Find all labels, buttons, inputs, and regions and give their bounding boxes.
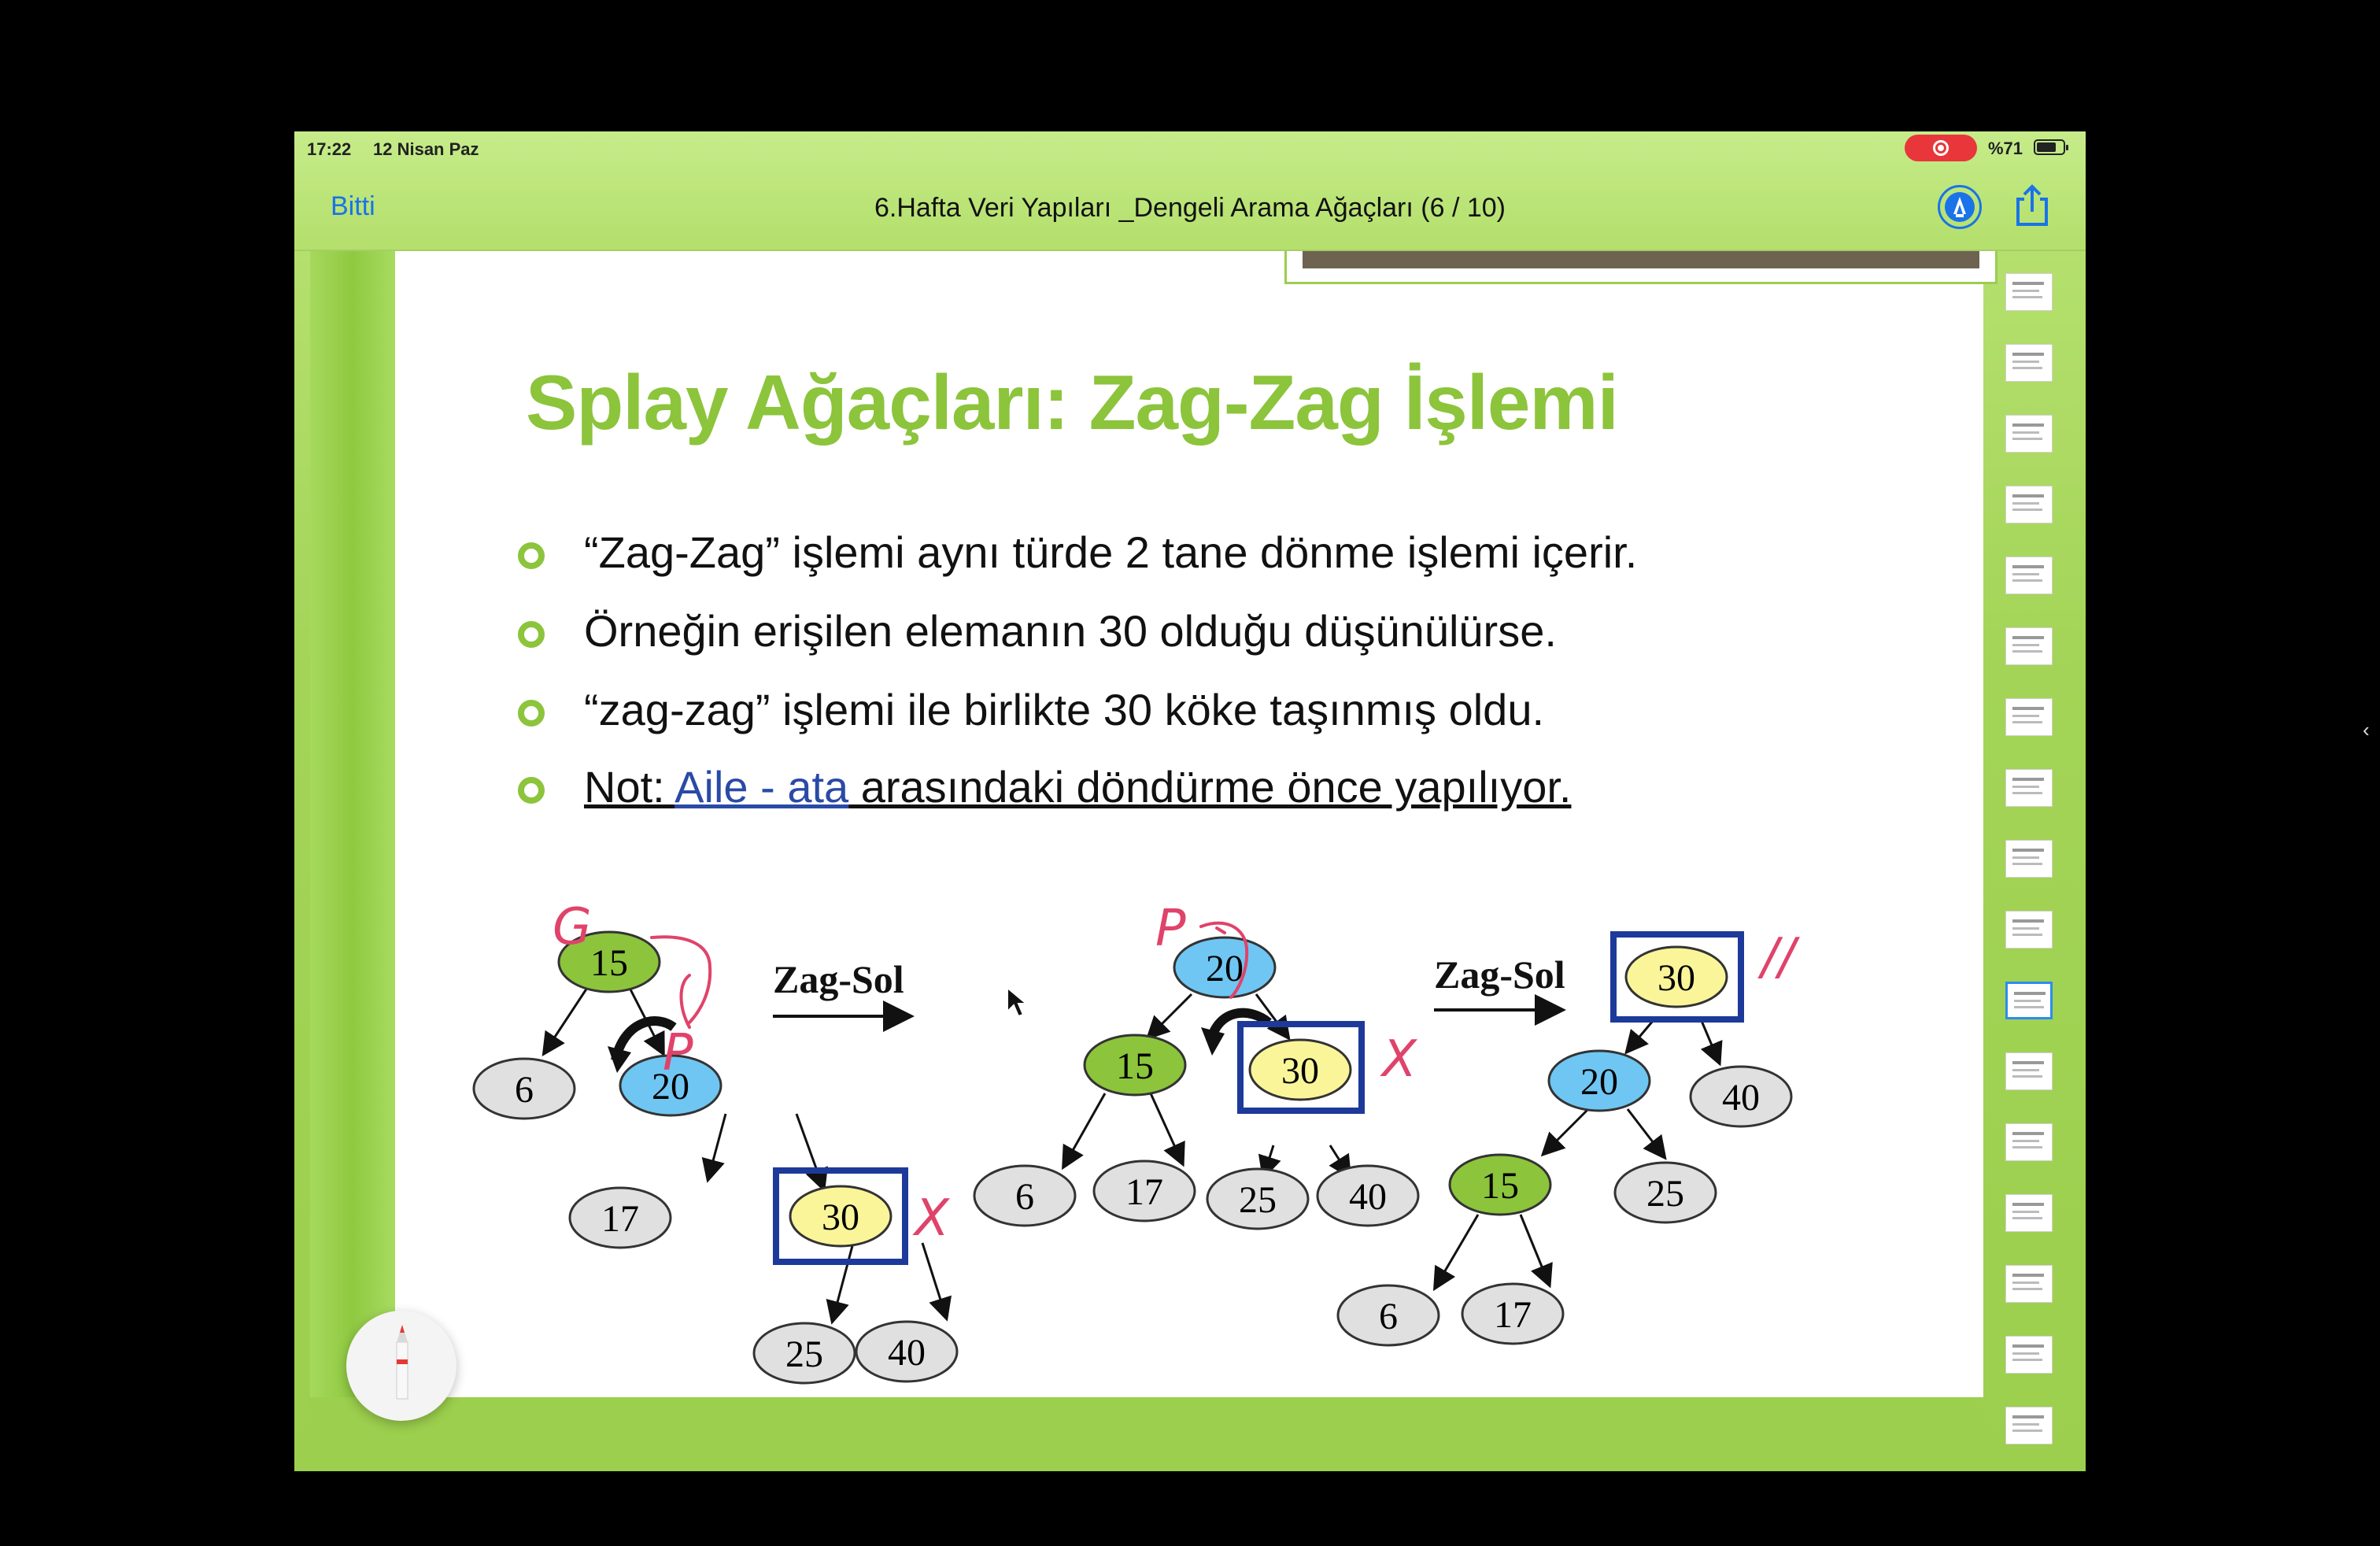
tree1-node: 30 — [789, 1185, 893, 1248]
slide-thumbnail[interactable] — [2005, 1052, 2053, 1090]
screen-recording-indicator[interactable] — [1905, 135, 1977, 161]
status-time: 17:22 — [307, 139, 352, 159]
svg-text:25: 25 — [1239, 1179, 1277, 1221]
tree1-node: 25 — [752, 1322, 856, 1385]
svg-text:17: 17 — [1494, 1294, 1532, 1336]
svg-text:40: 40 — [1722, 1077, 1760, 1119]
splay-tree-diagram: 15 6 20 17 30 25 40 Zag-Sol 20 15 30 6 1… — [472, 898, 1801, 1385]
svg-text:15: 15 — [590, 942, 628, 984]
battery-icon — [2034, 139, 2068, 155]
slide-thumbnail[interactable] — [2005, 627, 2053, 665]
slide-thumbnail[interactable] — [2005, 1265, 2053, 1303]
slide-thumbnail[interactable] — [2005, 557, 2053, 594]
svg-text:17: 17 — [601, 1198, 639, 1240]
svg-text:17: 17 — [1125, 1171, 1163, 1213]
svg-text:6: 6 — [1015, 1176, 1034, 1218]
tree1-node: 40 — [855, 1320, 959, 1383]
slide-thumbnail[interactable] — [2005, 982, 2053, 1019]
status-date: 12 Nisan Paz — [373, 139, 479, 159]
svg-text:30: 30 — [1281, 1050, 1319, 1092]
pencil-tool-button[interactable] — [346, 1311, 456, 1421]
tree2-node: 30 — [1248, 1038, 1352, 1101]
annotation-p: P — [1155, 900, 1186, 958]
tree2-node: 25 — [1206, 1167, 1310, 1230]
tree1-node: 6 — [472, 1057, 576, 1120]
document-title: 6.Hafta Veri Yapıları _Dengeli Arama Ağa… — [874, 193, 1506, 223]
tree1-node: 17 — [568, 1186, 672, 1249]
slide-thumbnail[interactable] — [2005, 415, 2053, 453]
slide-thumbnail[interactable] — [2005, 698, 2053, 736]
share-icon — [2016, 184, 2048, 226]
annotation-x: X — [912, 1189, 950, 1248]
ipad-screen: Splay Ağaçları: Zag-Zag İşlemi “Zag-Zag”… — [294, 131, 2086, 1471]
svg-text:30: 30 — [1658, 957, 1695, 999]
svg-text:15: 15 — [1116, 1045, 1154, 1087]
slide-thumbnail[interactable] — [2005, 344, 2053, 382]
tree3-node: 40 — [1689, 1065, 1793, 1128]
annotation-x: X — [1380, 1030, 1417, 1089]
tree2-node: 6 — [973, 1164, 1077, 1227]
markup-button[interactable] — [1938, 185, 1982, 229]
annotation-p: P — [663, 1024, 693, 1082]
status-bar: 17:22 12 Nisan Paz %71 — [294, 131, 2086, 166]
battery-percentage: %71 — [1988, 139, 2023, 158]
tree3-node: 17 — [1461, 1282, 1565, 1345]
slide-bottom-decoration — [310, 1397, 1983, 1471]
share-button[interactable] — [2010, 182, 2054, 229]
slide-thumbnail[interactable] — [2005, 1336, 2053, 1374]
slide-thumbnail[interactable] — [2005, 273, 2053, 311]
slide-thumbnail[interactable] — [2005, 1407, 2053, 1444]
slide-left-decoration — [310, 251, 395, 1408]
slide-thumbnail[interactable] — [2005, 840, 2053, 878]
navigation-bar: Bitti 6.Hafta Veri Yapıları _Dengeli Ara… — [294, 166, 2086, 251]
zag-sol-label: Zag-Sol — [773, 957, 904, 1001]
svg-text:25: 25 — [785, 1333, 823, 1375]
record-icon — [1933, 140, 1949, 156]
tree3-node: 6 — [1336, 1284, 1440, 1347]
pencil-icon — [396, 1325, 408, 1400]
slide-thumbnail[interactable] — [2005, 486, 2053, 523]
annotation-g: G — [552, 898, 592, 956]
svg-text:30: 30 — [822, 1196, 859, 1238]
mouse-cursor-icon — [1007, 986, 1029, 1018]
chevron-left-icon[interactable]: ‹ — [2363, 718, 2370, 742]
slide-thumbnail[interactable] — [2005, 1194, 2053, 1232]
svg-text:15: 15 — [1481, 1165, 1519, 1207]
slide-thumbnail[interactable] — [2005, 1123, 2053, 1161]
slide-thumbnail[interactable] — [2005, 911, 2053, 949]
svg-text:40: 40 — [888, 1332, 926, 1374]
svg-text:6: 6 — [1379, 1296, 1398, 1337]
tree2-node: 17 — [1092, 1160, 1196, 1222]
tree2-node: 40 — [1316, 1164, 1420, 1227]
annotation-double-slash: // — [1757, 928, 1801, 986]
slide-thumbnail[interactable] — [2005, 769, 2053, 807]
tree2-node: 20 — [1173, 936, 1277, 999]
tree3-node: 30 — [1624, 945, 1728, 1008]
svg-text:40: 40 — [1349, 1176, 1387, 1218]
svg-text:6: 6 — [515, 1069, 534, 1111]
svg-text:20: 20 — [1206, 948, 1244, 989]
markup-pen-icon — [1945, 192, 1975, 222]
slide-page: Splay Ağaçları: Zag-Zag İşlemi “Zag-Zag”… — [395, 251, 1998, 1397]
tree3-node: 25 — [1613, 1161, 1717, 1224]
tree3-node: 20 — [1547, 1049, 1651, 1112]
zag-sol-label: Zag-Sol — [1434, 952, 1565, 997]
tree3-node: 15 — [1448, 1153, 1552, 1216]
tree2-node: 15 — [1083, 1034, 1187, 1097]
svg-text:25: 25 — [1646, 1173, 1684, 1215]
svg-text:20: 20 — [1580, 1061, 1618, 1103]
